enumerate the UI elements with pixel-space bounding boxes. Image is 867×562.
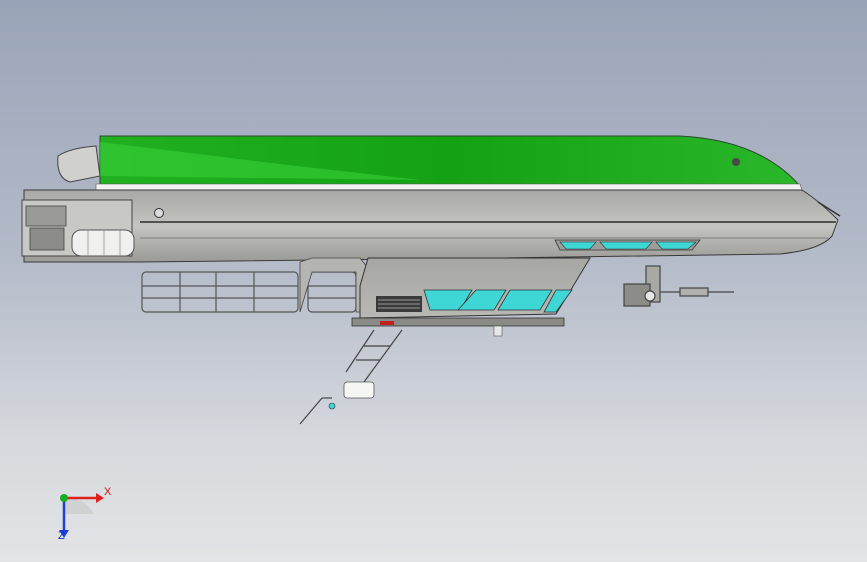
support-bulkhead [299,257,369,313]
airship-model[interactable] [0,0,867,562]
cad-3d-viewport[interactable]: X Z [0,0,867,562]
fuel-tank [71,229,135,257]
coordinate-triad: X Z [40,478,120,548]
status-light [380,321,394,325]
hook [328,402,336,410]
main-hull [23,189,839,263]
landing-gear [623,265,734,307]
railing [141,271,357,313]
sensor-pod [493,325,503,337]
hull-stripe [95,183,803,191]
porthole [154,208,164,218]
forward-window-pane [599,241,653,250]
exhaust-unit [25,205,67,227]
canopy-rivet [732,158,740,166]
z-axis-label: Z [58,530,65,542]
forward-window-pane [559,241,597,250]
x-axis-label: X [104,486,112,498]
winch-pod [343,381,375,399]
propeller-engine [57,145,101,183]
crane-boom [299,329,403,425]
exhaust-unit-lower [29,227,65,251]
